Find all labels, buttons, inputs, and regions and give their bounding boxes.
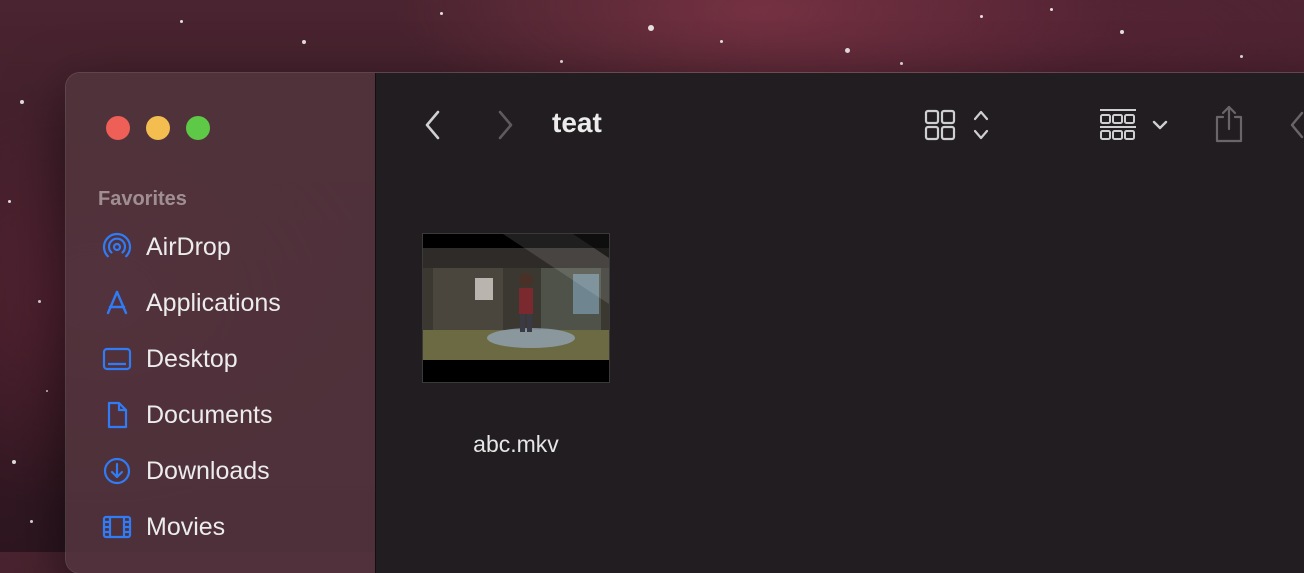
movies-icon [102,515,132,539]
video-thumbnail [422,233,610,383]
airdrop-icon [102,232,132,258]
share-button[interactable] [1211,103,1247,145]
window-title: teat [552,107,602,138]
sidebar-item-movies[interactable]: Movies [102,499,281,555]
zoom-button[interactable] [186,116,210,140]
sidebar-item-documents[interactable]: Documents [102,387,281,443]
window-controls [106,116,210,140]
back-button[interactable] [418,107,448,143]
sidebar-section-favorites: Favorites [98,188,187,210]
sidebar-item-label: Desktop [146,344,238,373]
chevron-left-icon [425,110,440,140]
chevron-left-icon [1290,111,1304,139]
document-icon [107,401,128,429]
sidebar-item-label: Downloads [146,456,270,485]
view-mode-button[interactable] [922,107,996,143]
chevron-right-icon [498,110,513,140]
applications-icon [106,290,128,315]
icon-grid-icon [924,109,989,141]
sidebar: Favorites AirDrop Applications Desktop D… [66,73,376,573]
minimize-button[interactable] [146,116,170,140]
file-name: abc.mkv [473,431,559,457]
sidebar-item-airdrop[interactable]: AirDrop [102,219,281,275]
close-button[interactable] [106,116,130,140]
sidebar-item-downloads[interactable]: Downloads [102,443,281,499]
toolbar-overflow-button[interactable] [1284,107,1304,143]
sidebar-item-label: Documents [146,400,273,429]
sidebar-item-label: AirDrop [146,232,231,261]
downloads-icon [103,457,131,485]
sidebar-favorites-list: AirDrop Applications Desktop Documents D… [102,219,281,555]
group-by-icon [1100,109,1168,140]
sidebar-item-desktop[interactable]: Desktop [102,331,281,387]
file-item[interactable]: abc.mkv [422,233,610,458]
forward-button[interactable] [490,107,520,143]
main-content: teat abc.mkv [376,73,1304,573]
finder-window: Favorites AirDrop Applications Desktop D… [66,73,1304,573]
sidebar-item-label: Movies [146,512,226,541]
sidebar-item-applications[interactable]: Applications [102,275,281,331]
sidebar-item-label: Applications [146,288,281,317]
desktop-icon [102,347,132,371]
toolbar: teat [376,73,1304,177]
group-by-button[interactable] [1098,107,1174,143]
share-icon [1215,105,1243,143]
